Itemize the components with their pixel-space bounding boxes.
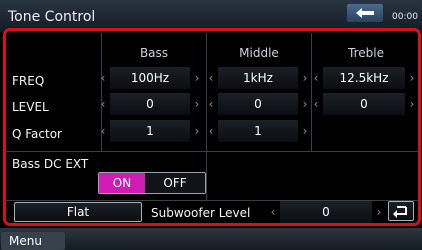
treble-freq-increase-icon[interactable]: ›	[407, 67, 417, 89]
bass-freq-value[interactable]: 100Hz	[110, 67, 190, 89]
back-button[interactable]	[347, 4, 383, 22]
bass-qfactor-value[interactable]: 1	[110, 120, 190, 142]
middle-freq-value[interactable]: 1kHz	[218, 67, 298, 89]
middle-qfactor-increase-icon[interactable]: ›	[300, 120, 310, 142]
middle-qfactor-value[interactable]: 1	[218, 120, 298, 142]
subwoofer-increase-icon[interactable]: ›	[374, 201, 384, 223]
middle-qfactor-decrease-icon[interactable]: ‹	[206, 120, 216, 142]
row-label-qfactor: Q Factor	[12, 127, 62, 141]
bass-qfactor-decrease-icon[interactable]: ‹	[98, 120, 108, 142]
bass-dc-ext-off-button[interactable]: OFF	[145, 173, 205, 193]
clock: 00:00	[392, 12, 418, 22]
treble-level-decrease-icon[interactable]: ‹	[311, 93, 321, 115]
menu-button[interactable]: Menu	[1, 232, 65, 250]
return-button[interactable]	[388, 201, 414, 221]
middle-level-increase-icon[interactable]: ›	[300, 93, 310, 115]
column-header-bass: Bass	[139, 46, 169, 60]
middle-freq-decrease-icon[interactable]: ‹	[206, 67, 216, 89]
bass-freq-decrease-icon[interactable]: ‹	[98, 67, 108, 89]
bass-level-value[interactable]: 0	[110, 93, 190, 115]
bass-dc-ext-toggle[interactable]: ON OFF	[98, 172, 206, 194]
back-arrow-icon	[356, 8, 374, 18]
row-label-freq: FREQ	[12, 74, 45, 88]
treble-level-value[interactable]: 0	[323, 93, 405, 115]
bass-dc-ext-label: Bass DC EXT	[12, 157, 89, 171]
bass-level-increase-icon[interactable]: ›	[192, 93, 202, 115]
subwoofer-decrease-icon[interactable]: ‹	[268, 201, 278, 223]
return-icon	[393, 206, 407, 218]
treble-freq-decrease-icon[interactable]: ‹	[311, 67, 321, 89]
tone-control-panel: Bass Middle Treble FREQ LEVEL Q Factor B…	[3, 28, 421, 226]
bass-level-decrease-icon[interactable]: ‹	[98, 93, 108, 115]
column-header-middle: Middle	[239, 46, 279, 60]
bass-dc-ext-on-button[interactable]: ON	[99, 173, 145, 193]
middle-level-value[interactable]: 0	[218, 93, 298, 115]
subwoofer-level-value[interactable]: 0	[280, 201, 372, 223]
row-label-level: LEVEL	[12, 100, 49, 114]
column-header-treble: Treble	[348, 46, 384, 60]
page-title: Tone Control	[8, 9, 96, 25]
middle-level-decrease-icon[interactable]: ‹	[206, 93, 216, 115]
bass-qfactor-increase-icon[interactable]: ›	[192, 120, 202, 142]
bass-freq-increase-icon[interactable]: ›	[192, 67, 202, 89]
subwoofer-level-label: Subwoofer Level	[151, 206, 251, 220]
flat-button[interactable]: Flat	[14, 202, 142, 222]
middle-freq-increase-icon[interactable]: ›	[300, 67, 310, 89]
treble-level-increase-icon[interactable]: ›	[407, 93, 417, 115]
treble-freq-value[interactable]: 12.5kHz	[323, 67, 405, 89]
